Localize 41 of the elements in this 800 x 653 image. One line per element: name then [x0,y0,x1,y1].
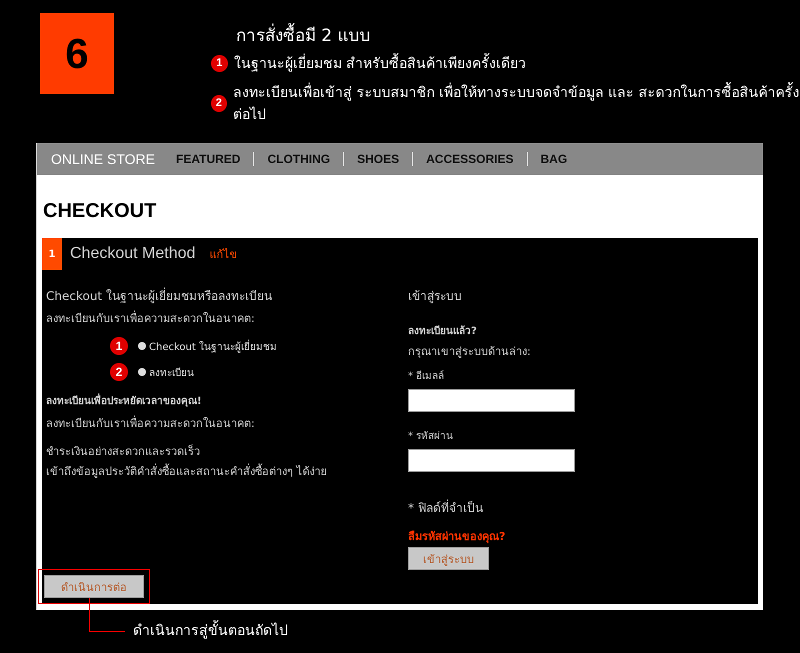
nav-link[interactable]: ACCESSORIES [412,152,526,166]
benefit-text: ชำระเงินอย่างสะดวกและรวดเร็ว [46,443,201,460]
point-text: ลงทะเบียนเพื่อเข้าสู่ ระบบสมาชิก เพื่อให้ทางระบบจดจำข้อมูล และ สะดวกในการซื้อสินค้าครั้งต่อไป [232,81,800,125]
login-heading: เข้าสู่ระบบ [408,288,462,305]
radio-button[interactable] [138,368,146,376]
benefits-intro: ลงทะเบียนกับเราเพื่อความสะดวกในอนาคต: [46,414,256,432]
nav-link[interactable]: BAG [526,152,580,166]
page-title: CHECKOUT [43,200,158,224]
login-prompt: กรุณาเขาสู่ระบบด้านล่าง: [408,344,531,360]
step-number: 6 [40,13,114,94]
benefit-text: เข้าถึงข้อมูลประวัติคำสั่งซื้อและสถานะคำสั่งซื้อต่างๆ ได้ง่าย [46,462,328,480]
step-badge: 1 [42,238,62,270]
radio-button[interactable] [138,342,146,350]
login-button[interactable]: เข้าสู่ระบบ [408,547,489,570]
input-field[interactable] [408,449,575,472]
registered-text: ลงทะเบียนแล้ว? [408,324,477,338]
point-text: ในฐานะผู้เยี่ยมชม สำหรับซื้อสินค้าเพียงครั้งเดียว [234,52,526,74]
field-label: * รหัสผ่าน [408,430,454,443]
required-note: * ฟิลด์ที่จำเป็น [408,498,483,517]
edit-link[interactable]: แก้ไข [209,245,238,263]
input-field[interactable] [408,389,575,412]
callout-text: ดำเนินการสู่ขั้นตอนถัดไป [133,619,288,641]
number-marker: 2 [110,363,128,381]
nav-link[interactable]: SHOES [343,152,412,166]
number-marker: 1 [210,54,228,72]
leader-line [89,598,125,632]
guest-subheading: ลงทะเบียนกับเราเพื่อความสะดวกในอนาคต: [46,310,256,327]
radio-label: ลงทะเบียน [149,366,194,380]
section-title: Checkout Method [70,245,196,263]
step-title: การสั่งซื้อมี 2 แบบ [236,21,800,45]
number-marker: 1 [110,337,128,355]
radio-label: Checkout ในฐานะผู้เยี่ยมชม [149,338,277,354]
nav-link[interactable]: CLOTHING [253,152,344,166]
nav-link[interactable]: FEATURED [163,152,254,166]
guest-heading: Checkout ในฐานะผู้เยี่ยมชมหรือลงทะเบียน [46,286,273,305]
forgot-password-link[interactable]: ลืมรหัสผ่านของคุณ? [408,527,506,545]
field-label: * อีเมลล์ [408,369,444,383]
benefits-title: ลงทะเบียนเพื่อประหยัดเวลาของคุณ! [46,393,408,408]
number-marker: 2 [210,94,227,112]
continue-button[interactable]: ดำเนินการต่อ [44,575,144,598]
store-brand[interactable]: ONLINE STORE [51,151,155,167]
